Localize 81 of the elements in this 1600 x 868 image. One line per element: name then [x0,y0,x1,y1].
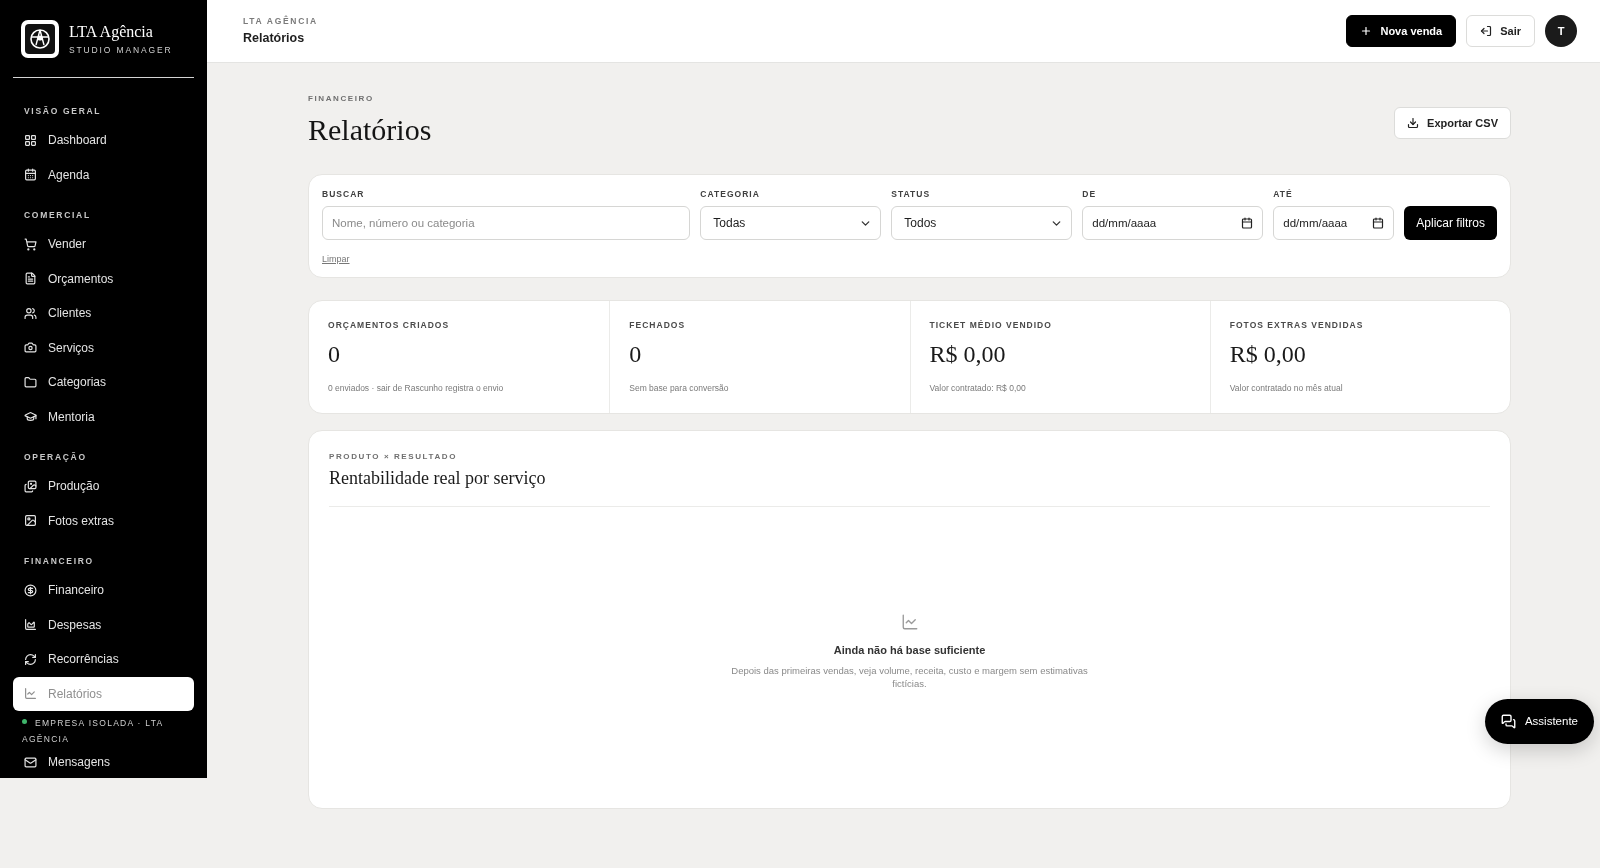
date-field[interactable]: dd/mm/aaaa [1082,206,1264,240]
section-heading: COMERCIAL [24,209,91,221]
mail-icon [24,755,37,769]
brand-tagline: STUDIO MANAGER [69,44,173,56]
stat-note: Sem base para conversão [629,382,729,394]
breadcrumb: LTA AGÊNCIA [243,16,318,27]
stat-note: Valor contratado no mês atual [1229,382,1343,394]
card-title: Rentabilidade real por serviço [329,467,546,490]
field-label: BUSCAR [322,189,365,199]
avatar[interactable]: T [1545,15,1577,47]
logout-button[interactable]: Sair [1466,15,1535,47]
sidebar-item[interactable]: Mentoria [13,399,194,434]
top-bar-title: Relatórios [243,30,305,46]
graduation-cap-icon [24,410,37,424]
folder-icon [24,375,37,389]
empty-state-title: Ainda não há base suficiente [833,643,986,657]
date-field[interactable]: dd/mm/aaaa [1273,206,1395,240]
clear-link[interactable]: Limpar [322,254,350,264]
stat-note: 0 enviados · sair de Rascunho registra o envio [328,382,504,394]
sidebar-item[interactable]: Recorrências [13,642,194,677]
stat-note: Valor contratado: R$ 0,00 [929,382,1026,394]
image-icon [24,514,37,528]
card-eyebrow: PRODUTO × RESULTADO [329,452,457,462]
line-chart-icon [900,613,919,631]
sidebar-item[interactable]: Serviços [13,330,194,365]
sidebar-item[interactable]: Financeiro [13,573,194,608]
people-icon [24,306,37,320]
stat-value: 0 [328,340,340,368]
dollar-icon [24,583,37,597]
camera-icon [24,341,37,355]
page-eyebrow: FINANCEIRO [308,94,374,104]
sidebar-item[interactable]: Dashboard [13,123,194,158]
sidebar-item[interactable]: Despesas [13,607,194,642]
stat-value: 0 [629,340,642,368]
stat-label: TICKET MÉDIO VENDIDO [929,320,1052,330]
sidebar-item[interactable]: Mensagens [13,748,194,776]
stat-label: FECHADOS [629,320,686,330]
cart-icon [24,237,37,251]
refresh-icon [24,652,37,666]
download-icon [1407,117,1420,129]
apply-filters-button[interactable]: Aplicar filtros [1404,206,1497,240]
search-field[interactable]: Nome, número ou categoria [322,206,691,240]
select-field[interactable]: Todos [891,206,1073,240]
logo-icon [21,20,59,58]
field-label: STATUS [891,189,931,199]
grid-icon [24,133,37,147]
stat-value: R$ 0,00 [1229,340,1306,368]
section-heading: VISÃO GERAL [24,105,102,117]
field-label: CATEGORIA [700,189,760,199]
stat-label: ORÇAMENTOS CRIADOS [328,320,450,330]
document-icon [24,272,37,286]
line-chart-icon [24,687,37,701]
stat-label: FOTOS EXTRAS VENDIDAS [1229,320,1364,330]
logout-icon [1480,25,1493,37]
chat-bubbles-icon [1500,714,1516,729]
section-heading: FINANCEIRO [24,555,94,567]
sidebar-item[interactable]: Orçamentos [13,261,194,296]
field-label: ATÉ [1273,189,1293,199]
sidebar-item[interactable]: Clientes [13,296,194,331]
sidebar-item[interactable]: Fotos extras [13,503,194,538]
new-sale-button[interactable]: Nova venda [1346,15,1457,47]
page-title: Relatórios [308,112,432,148]
field-label: DE [1082,189,1097,199]
calendar-icon[interactable] [1372,217,1385,229]
brand-name: LTA Agência [69,22,153,42]
plus-icon [1360,25,1373,37]
sidebar-item[interactable]: Agenda [13,157,194,192]
calendar-icon [24,168,37,182]
calendar-icon[interactable] [1241,217,1254,229]
assistant-button[interactable]: Assistente [1484,699,1594,744]
stat-value: R$ 0,00 [929,340,1006,368]
select-field[interactable]: Todas [700,206,882,240]
empty-state-text: Depois das primeiras vendas, veja volume, receita, custo e margem sem estimativas fictícias. [730,664,1089,690]
sidebar-item[interactable]: Categorias [13,365,194,400]
export-csv-button[interactable]: Exportar CSV [1394,107,1511,139]
section-heading: OPERAÇÃO [24,451,87,463]
area-chart-icon [24,618,37,632]
sidebar-item[interactable]: Vender [13,227,194,262]
sidebar-item[interactable]: Produção [13,469,194,504]
images-icon [24,479,37,493]
workspace-label: EMPRESA ISOLADA · LTA AGÊNCIA [22,718,164,744]
